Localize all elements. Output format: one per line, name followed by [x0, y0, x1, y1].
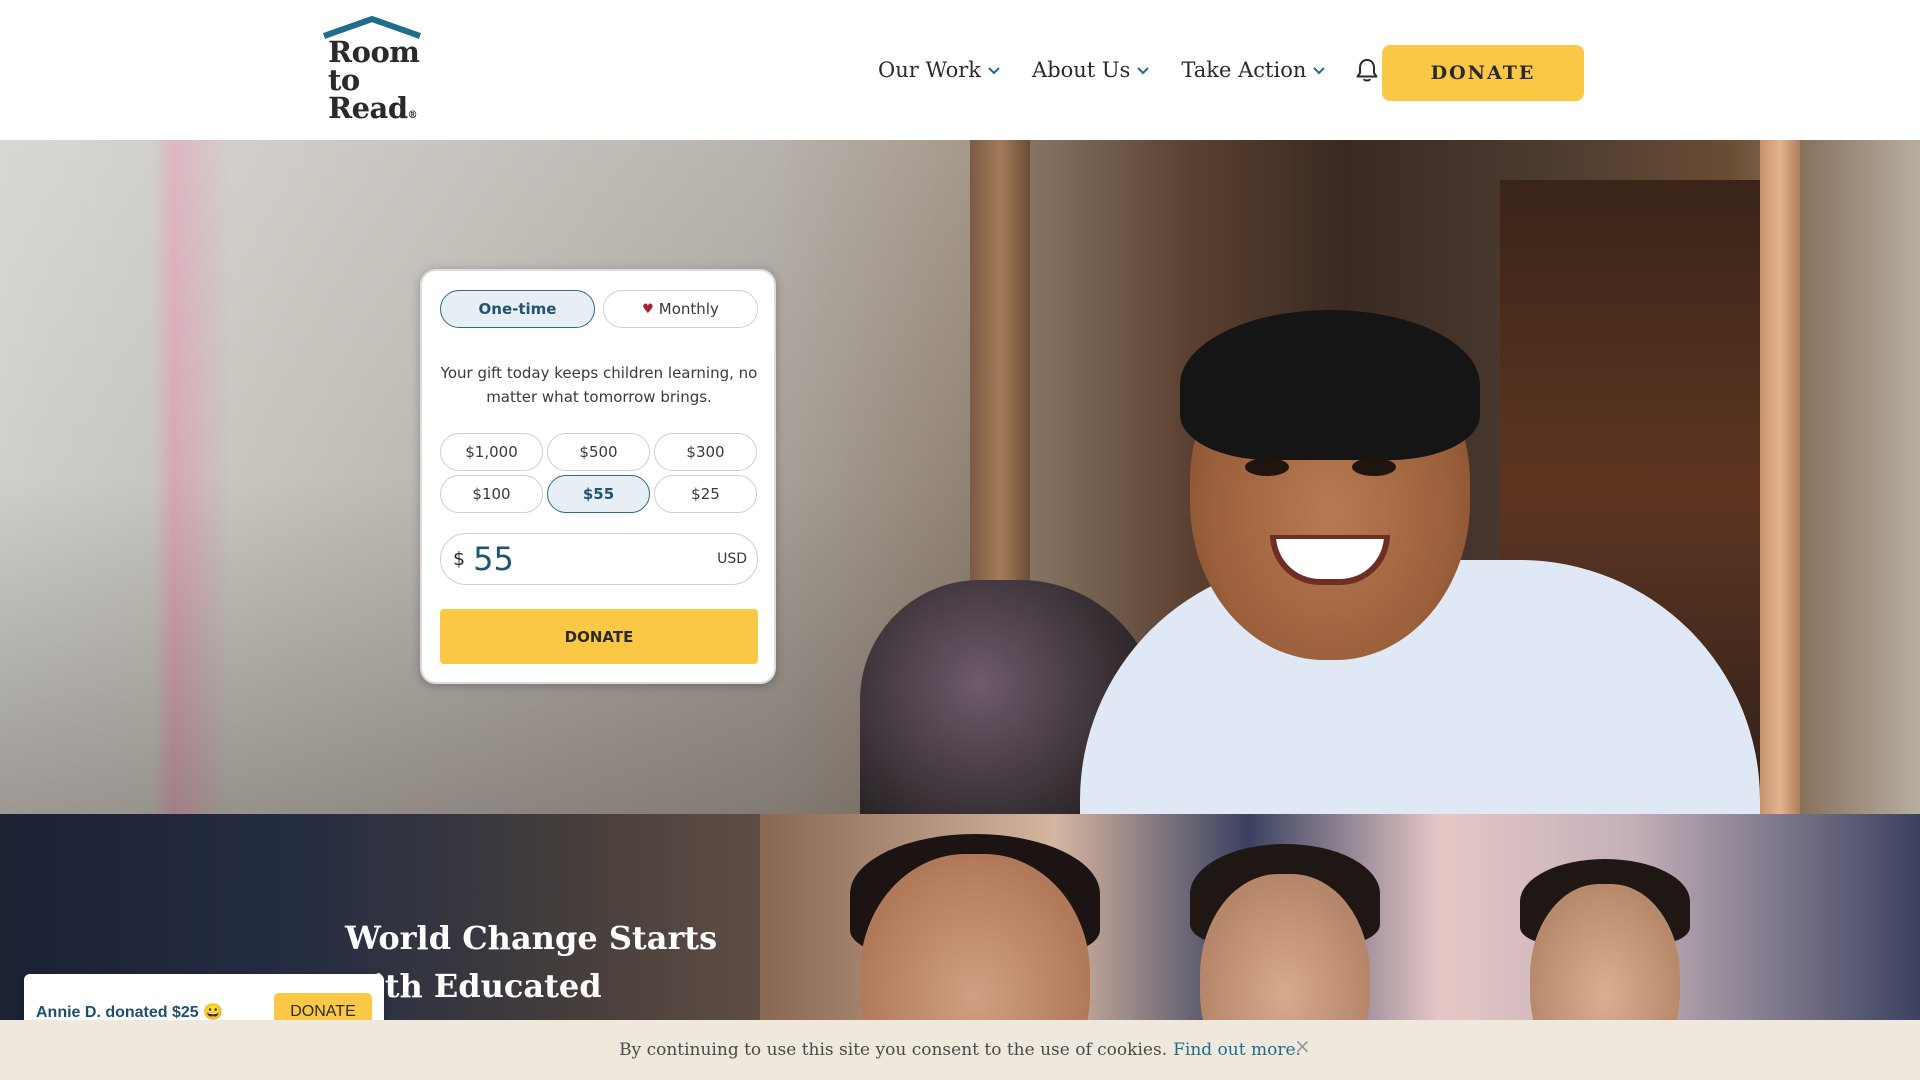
chevron-down-icon	[1313, 67, 1326, 75]
amount-option-25[interactable]: $25	[654, 475, 757, 513]
chevron-down-icon	[1137, 67, 1150, 75]
amount-option-55[interactable]: $55	[547, 475, 650, 513]
amount-options: $1,000 $500 $300 $100 $55 $25	[440, 433, 758, 513]
registered-mark: ®	[407, 110, 418, 121]
bell-icon[interactable]	[1353, 56, 1381, 84]
room-to-read-logo[interactable]: Room to Read®	[322, 16, 422, 126]
hero-photo-door-frame	[1760, 140, 1800, 814]
frequency-toggle: One-time ♥ Monthly	[440, 290, 758, 328]
site-header: Room to Read® Our Work About Us Take Act…	[0, 0, 1920, 140]
donation-card: One-time ♥ Monthly Your gift today keeps…	[420, 269, 776, 684]
logo-wordmark: Room to Read®	[328, 35, 420, 130]
nav-label: About Us	[1032, 58, 1131, 82]
logo-line-3: Read®	[328, 91, 418, 125]
heart-icon: ♥	[642, 301, 654, 317]
cookie-find-out-more-link[interactable]: Find out more.	[1173, 1040, 1301, 1060]
nav-label: Our Work	[878, 58, 982, 82]
amount-option-500[interactable]: $500	[547, 433, 650, 471]
currency-symbol: $	[453, 548, 466, 570]
amount-input[interactable]	[473, 540, 718, 578]
hero-photo-eye	[1245, 458, 1289, 476]
nav-label: Take Action	[1181, 58, 1307, 82]
nav-about-us[interactable]: About Us	[1032, 58, 1151, 82]
chevron-down-icon	[988, 67, 1000, 75]
main-nav: Our Work About Us Take Action	[878, 54, 1381, 86]
cookie-text: By continuing to use this site you conse…	[619, 1040, 1168, 1060]
toast-text: Annie D. donated $25 😀	[36, 1004, 224, 1021]
hero-section	[0, 140, 1920, 814]
logo-line-1: Room	[328, 35, 420, 69]
donation-message: Your gift today keeps children learning,…	[440, 364, 758, 406]
amount-option-300[interactable]: $300	[654, 433, 757, 471]
custom-amount-field[interactable]: $ USD	[440, 533, 758, 585]
one-time-label: One-time	[478, 300, 557, 318]
close-icon[interactable]: ×	[1294, 1036, 1314, 1056]
nav-take-action[interactable]: Take Action	[1181, 58, 1327, 82]
amount-option-100[interactable]: $100	[440, 475, 543, 513]
monthly-label: Monthly	[658, 300, 719, 318]
amount-option-1000[interactable]: $1,000	[440, 433, 543, 471]
card-donate-button[interactable]: DONATE	[440, 609, 758, 664]
logo-line-2: to	[328, 63, 360, 97]
currency-code: USD	[717, 551, 747, 567]
hero-photo-eye	[1352, 458, 1396, 476]
cookie-banner: By continuing to use this site you conse…	[0, 1020, 1920, 1080]
header-donate-button[interactable]: DONATE	[1382, 45, 1584, 101]
hero-photo-hair	[1180, 310, 1480, 460]
monthly-button[interactable]: ♥ Monthly	[603, 290, 758, 328]
one-time-button[interactable]: One-time	[440, 290, 595, 328]
nav-our-work[interactable]: Our Work	[878, 58, 1002, 82]
section-title: World Change Starts with Educated	[345, 919, 718, 1005]
